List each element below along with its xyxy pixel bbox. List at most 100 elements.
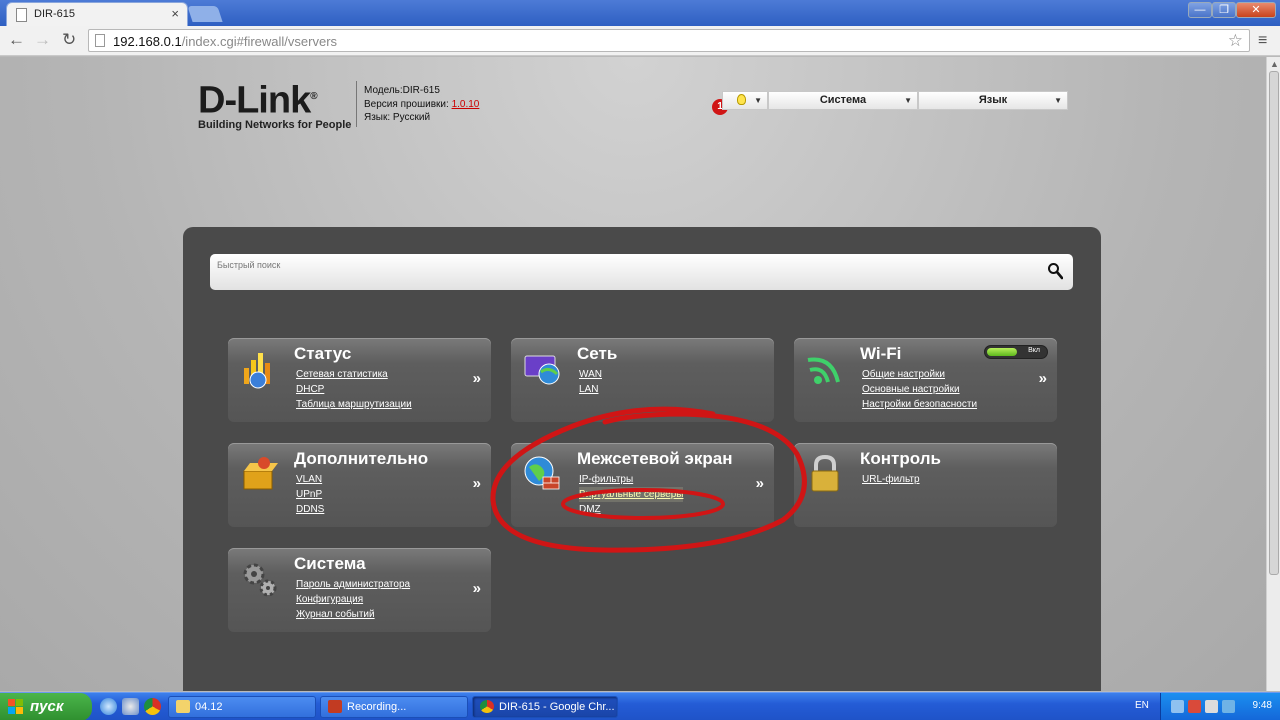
card-links: VLAN UPnP DDNS — [296, 472, 324, 517]
minimize-button[interactable]: — — [1188, 2, 1212, 18]
link-wan[interactable]: WAN — [579, 367, 602, 382]
link-configuration[interactable]: Конфигурация — [296, 592, 410, 607]
card-status: Статус Сетевая статистика DHCP Таблица м… — [228, 338, 491, 422]
more-system-button[interactable]: » — [473, 580, 481, 597]
card-title: Статус — [294, 344, 352, 363]
language-menu-label: Язык — [978, 94, 1008, 106]
link-dhcp[interactable]: DHCP — [296, 382, 412, 397]
page-icon — [16, 8, 27, 22]
back-icon[interactable]: ← — [8, 30, 25, 50]
internet-explorer-icon[interactable] — [100, 698, 117, 715]
box-tools-icon — [243, 457, 278, 490]
quick-search-input[interactable] — [210, 254, 1030, 276]
logo-registered: ® — [310, 91, 317, 102]
task-label: Recording... — [347, 701, 407, 713]
toggle-label: Вкл — [1028, 347, 1040, 354]
notifications-dropdown[interactable]: ▼ — [722, 91, 768, 110]
browser-titlebar: DIR-615 × — ❐ ✕ — [0, 0, 1280, 26]
more-status-button[interactable]: » — [473, 370, 481, 387]
forward-icon[interactable]: → — [34, 30, 51, 50]
main-panel: Статус Сетевая статистика DHCP Таблица м… — [183, 227, 1101, 691]
system-menu-dropdown[interactable]: Система ▼ — [768, 91, 918, 110]
wifi-toggle-switch[interactable]: Вкл — [984, 345, 1048, 359]
language-indicator[interactable]: EN — [1135, 700, 1149, 711]
card-system: Система Пароль администратора Конфигурац… — [228, 548, 491, 632]
url-path: /index.cgi#firewall/vservers — [181, 34, 338, 49]
link-security-settings[interactable]: Настройки безопасности — [862, 397, 977, 412]
browser-menu-icon[interactable]: ≡ — [1258, 32, 1267, 50]
maximize-button[interactable]: ❐ — [1212, 2, 1236, 18]
card-title: Дополнительно — [294, 449, 429, 468]
language-menu-dropdown[interactable]: Язык ▼ — [918, 91, 1068, 110]
taskbar-item-chrome[interactable]: DIR-615 - Google Chr... — [472, 696, 618, 718]
tray-antivirus-icon[interactable] — [1188, 700, 1201, 713]
recording-icon — [328, 700, 342, 713]
dlink-logo: D-Link® Building Networks for People — [198, 79, 351, 131]
url-host: 192.168.0.1 — [113, 34, 182, 49]
link-ip-filters[interactable]: IP-фильтры — [579, 472, 683, 487]
taskbar: пуск 04.12 Recording... DIR-615 - Google… — [0, 692, 1280, 720]
taskbar-item-recording[interactable]: Recording... — [320, 696, 468, 718]
link-admin-password[interactable]: Пароль администратора — [296, 577, 410, 592]
tab-dir615[interactable]: DIR-615 × — [6, 2, 188, 26]
card-links: IP-фильтры Виртуальные серверы DMZ — [579, 472, 684, 517]
address-bar[interactable]: 192.168.0.1/index.cgi#firewall/vservers … — [88, 29, 1250, 52]
card-links: Пароль администратора Конфигурация Журна… — [296, 577, 410, 622]
reload-icon[interactable]: ↻ — [62, 30, 76, 50]
vertical-scrollbar[interactable]: ▲ — [1266, 57, 1280, 691]
clock: 9:48 — [1252, 700, 1272, 711]
more-firewall-button[interactable]: » — [756, 475, 764, 492]
model-label: Модель:DIR-615 — [364, 85, 440, 96]
bookmark-star-icon[interactable]: ☆ — [1228, 31, 1243, 51]
link-network-statistics[interactable]: Сетевая статистика — [296, 367, 412, 382]
link-routing-table[interactable]: Таблица маршрутизации — [296, 397, 412, 412]
more-wifi-button[interactable]: » — [1039, 370, 1047, 387]
page-icon — [95, 34, 105, 47]
tray-volume-icon[interactable] — [1205, 700, 1218, 713]
start-button[interactable]: пуск — [0, 693, 92, 720]
search-icon[interactable] — [1047, 262, 1063, 280]
more-advanced-button[interactable]: » — [473, 475, 481, 492]
chrome-icon[interactable] — [144, 698, 161, 715]
taskbar-item-folder[interactable]: 04.12 — [168, 696, 316, 718]
card-network: Сеть WAN LAN — [511, 338, 774, 422]
chrome-icon — [480, 700, 494, 713]
link-url-filter[interactable]: URL-фильтр — [862, 472, 920, 487]
router-page: D-Link® Building Networks for People Мод… — [0, 57, 1266, 691]
link-dmz[interactable]: DMZ — [579, 502, 683, 517]
folder-icon — [176, 700, 190, 713]
show-desktop-icon[interactable] — [122, 698, 139, 715]
link-vlan[interactable]: VLAN — [296, 472, 324, 487]
device-info: Модель:DIR-615 Версия прошивки: 1.0.10 Я… — [364, 84, 479, 125]
chevron-down-icon: ▼ — [1054, 96, 1062, 105]
close-window-button[interactable]: ✕ — [1236, 2, 1276, 18]
link-basic-settings[interactable]: Основные настройки — [862, 382, 977, 397]
browser-toolbar: ← → ↻ 192.168.0.1/index.cgi#firewall/vse… — [0, 26, 1280, 56]
card-links: WAN LAN — [579, 367, 602, 397]
link-event-log[interactable]: Журнал событий — [296, 607, 410, 622]
card-title: Контроль — [860, 449, 941, 468]
wifi-icon — [807, 357, 840, 384]
firmware-version-link[interactable]: 1.0.10 — [452, 99, 480, 110]
url-text[interactable]: 192.168.0.1/index.cgi#firewall/vservers — [113, 34, 337, 49]
scroll-up-icon[interactable]: ▲ — [1270, 59, 1279, 69]
tab-close-icon[interactable]: × — [171, 6, 179, 21]
link-ddns[interactable]: DDNS — [296, 502, 324, 517]
link-upnp[interactable]: UPnP — [296, 487, 324, 502]
link-virtual-servers[interactable]: Виртуальные серверы — [579, 487, 684, 502]
network-globe-icon — [524, 355, 560, 385]
tray-network-icon[interactable] — [1171, 700, 1184, 713]
windows-flag-icon — [8, 699, 23, 714]
link-general-settings[interactable]: Общие настройки — [862, 367, 977, 382]
new-tab-button[interactable] — [187, 6, 223, 22]
scrollbar-thumb[interactable] — [1269, 71, 1279, 575]
language-label: Язык: Русский — [364, 112, 431, 123]
system-menu-label: Система — [819, 94, 867, 106]
quick-search-box — [210, 254, 1073, 290]
card-wifi: Wi-Fi Вкл Общие настройки Основные настр… — [794, 338, 1057, 422]
card-advanced: Дополнительно VLAN UPnP DDNS » — [228, 443, 491, 527]
link-lan[interactable]: LAN — [579, 382, 602, 397]
tray-app-icon[interactable] — [1222, 700, 1235, 713]
logo-tagline: Building Networks for People — [198, 118, 352, 131]
card-title: Wi-Fi — [860, 344, 902, 363]
